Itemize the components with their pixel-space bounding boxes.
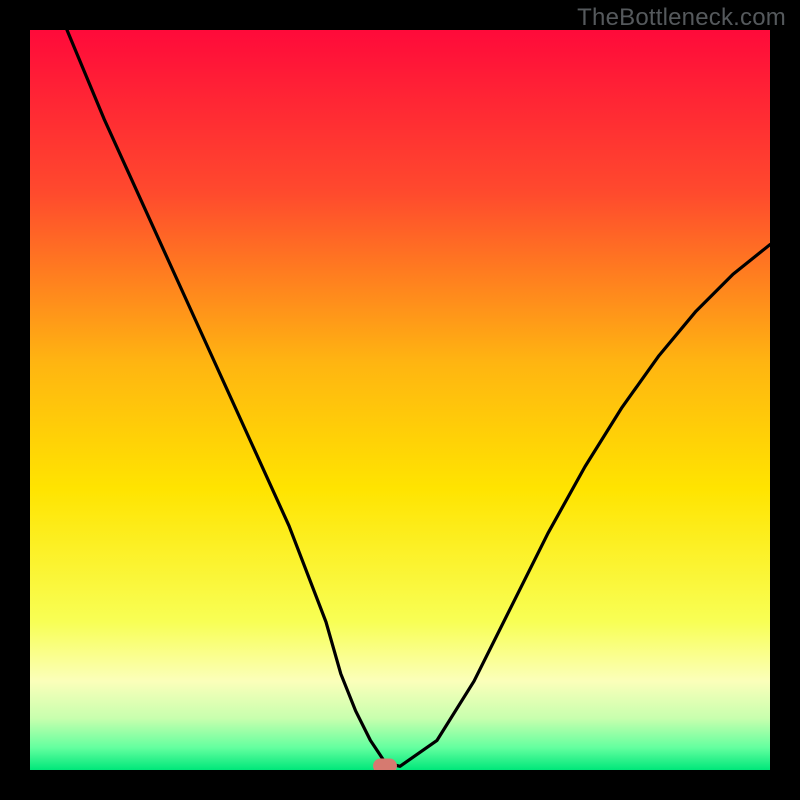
plot-area bbox=[30, 30, 770, 770]
watermark-text: TheBottleneck.com bbox=[577, 4, 786, 32]
bottleneck-curve bbox=[30, 30, 770, 770]
chart-frame: TheBottleneck.com bbox=[0, 0, 800, 800]
optimal-point-marker bbox=[373, 759, 397, 770]
